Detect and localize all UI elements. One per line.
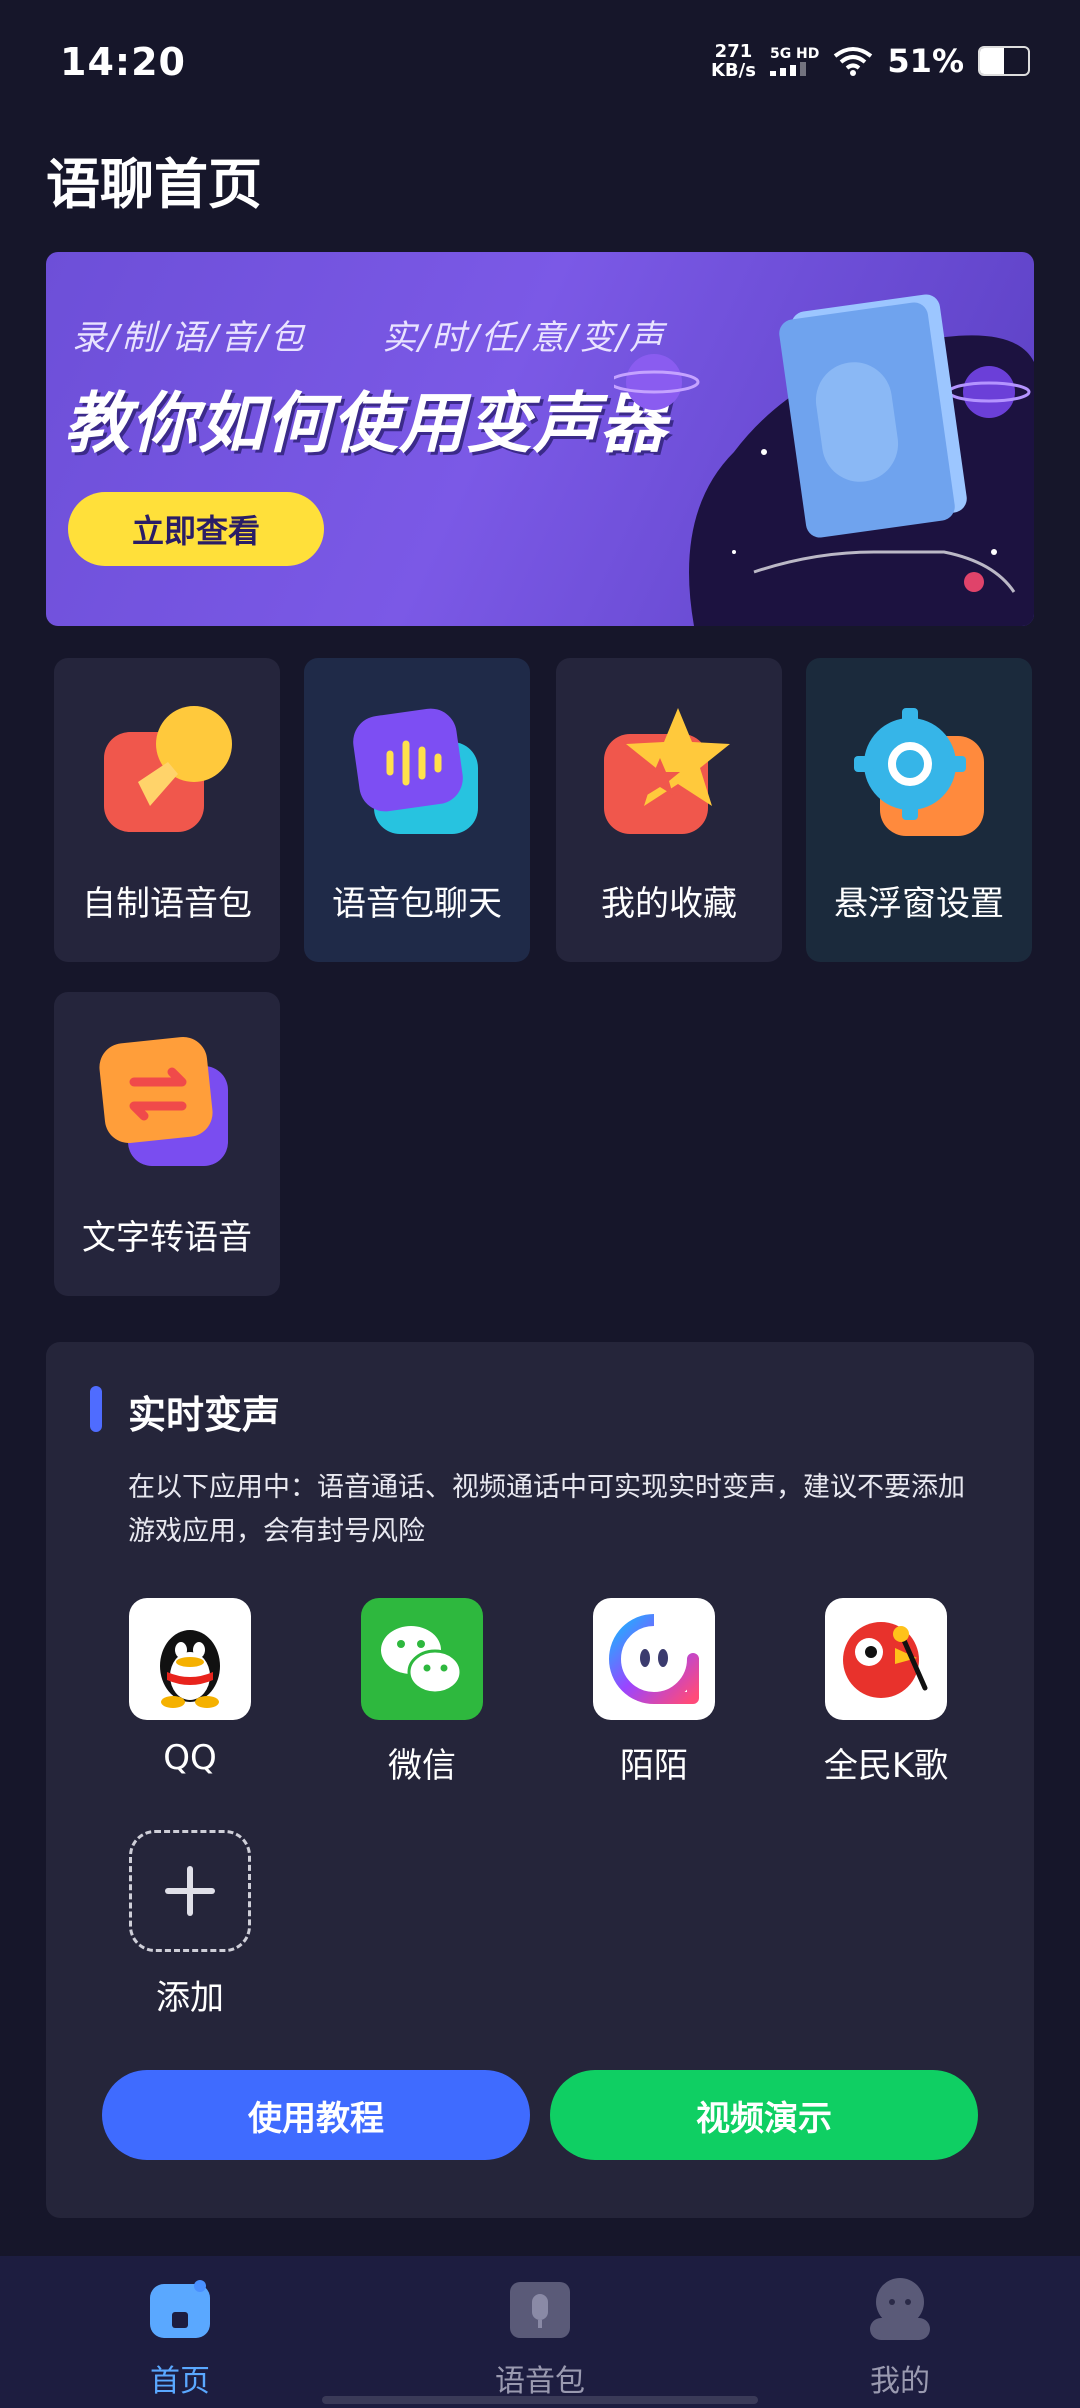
signal-label: 5G HD [769,46,820,62]
voice-chat-icon [353,708,478,834]
microphone-icon [104,706,232,832]
feature-label: 文字转语音 [82,1218,252,1258]
feature-tile-favorites[interactable]: 我的收藏 [556,658,782,962]
battery-icon [978,46,1030,76]
voice-book-illustration [614,294,1034,626]
app-kge[interactable]: 全民K歌 [786,1598,986,1787]
wifi-icon [834,47,873,76]
gear-icon [854,708,984,836]
banner-headline: 教你如何使用变声器 [64,385,667,462]
home-indicator[interactable] [322,2396,758,2404]
app-qq[interactable]: QQ [90,1598,290,1778]
page-title: 语聊首页 [46,153,262,216]
banner-subtitle-left: 录/制/语/音/包 [72,318,306,358]
feature-label: 自制语音包 [82,884,252,924]
feature-tile-voice-chat[interactable]: 语音包聊天 [304,658,530,962]
feature-tile-record[interactable]: 自制语音包 [54,658,280,962]
cellular-signal-icon: 5G HD [769,46,820,76]
tab-mine[interactable]: 我的 [800,2274,1000,2400]
app-name: 微信 [388,1746,456,1786]
add-label: 添加 [156,1978,224,2018]
profile-icon [870,2278,930,2340]
feature-tile-floating-window[interactable]: 悬浮窗设置 [806,658,1032,962]
app-wechat[interactable]: 微信 [322,1598,522,1787]
star-icon [604,708,730,834]
feature-label: 悬浮窗设置 [834,884,1004,924]
bottom-tab-bar: 首页 语音包 我的 [0,2256,1080,2408]
add-app-button[interactable]: 添加 [90,1830,290,2019]
kge-icon [825,1598,947,1720]
status-indicators: 271 KB/s 5G HD 51% [711,42,1030,80]
network-speed: 271 KB/s [711,42,756,80]
wechat-icon [361,1598,483,1720]
tab-voice-pack[interactable]: 语音包 [440,2274,640,2400]
tab-label: 首页 [150,2364,210,2399]
plus-icon [129,1830,251,1952]
app-name: 全民K歌 [823,1746,949,1786]
voice-pack-icon [510,2282,570,2338]
status-time: 14:20 [60,40,186,84]
realtime-title: 实时变声 [128,1393,281,1437]
home-icon [150,2280,210,2338]
feature-label: 我的收藏 [601,884,737,924]
promo-banner[interactable]: 录/制/语/音/包 实/时/任/意/变/声 教你如何使用变声器 立即查看 [46,252,1034,626]
app-name: QQ [163,1738,217,1778]
battery-percent: 51% [887,42,964,80]
tab-label: 语音包 [495,2364,585,2399]
feature-tile-text-to-speech[interactable]: 文字转语音 [54,992,280,1296]
convert-icon [99,1037,228,1166]
momo-icon [593,1598,715,1720]
video-demo-button[interactable]: 视频演示 [550,2070,978,2160]
realtime-description: 在以下应用中：语音通话、视频通话中可实现实时变声，建议不要添加游戏应用，会有封号… [128,1472,965,1547]
feature-label: 语音包聊天 [332,884,502,924]
tab-home[interactable]: 首页 [80,2274,280,2400]
tutorial-button[interactable]: 使用教程 [102,2070,530,2160]
app-name: 陌陌 [620,1746,688,1786]
net-speed-unit: KB/s [710,60,756,81]
net-speed-value: 271 [714,41,753,62]
status-bar: 14:20 271 KB/s 5G HD 51% [0,0,1080,130]
view-now-button[interactable]: 立即查看 [68,492,324,566]
app-momo[interactable]: 陌陌 [554,1598,754,1787]
section-accent-bar [90,1386,102,1432]
realtime-voice-card: 实时变声 在以下应用中：语音通话、视频通话中可实现实时变声，建议不要添加游戏应用… [46,1342,1034,2218]
tab-label: 我的 [870,2364,930,2399]
qq-icon [129,1598,251,1720]
